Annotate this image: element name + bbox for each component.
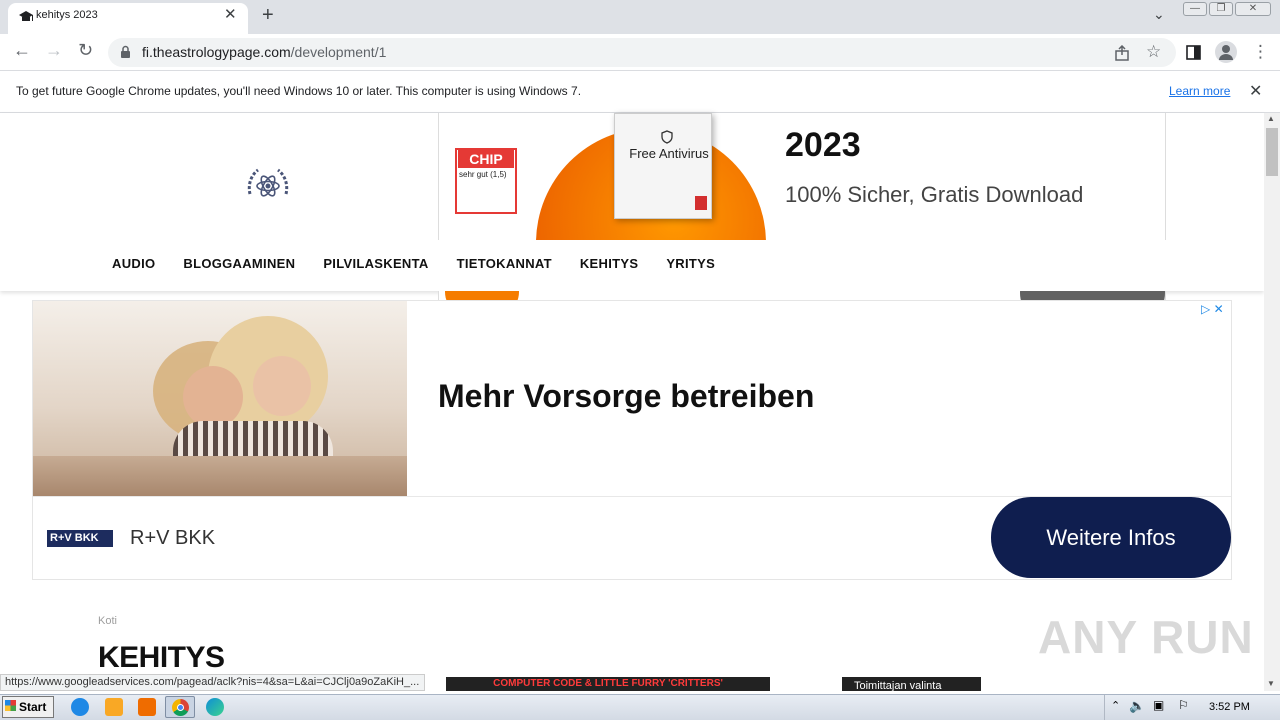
ad-year: 2023 <box>785 126 861 164</box>
scroll-up-icon[interactable]: ▲ <box>1267 114 1275 123</box>
action-center-flag-icon[interactable]: ⚐ <box>1178 698 1189 712</box>
chip-logo: CHIP <box>458 150 514 168</box>
edge-icon[interactable] <box>206 698 224 716</box>
volume-icon[interactable]: 🔈 <box>1129 698 1145 714</box>
nav-item-kehitys[interactable]: KEHITYS <box>580 256 638 271</box>
page-scrollbar[interactable] <box>1264 113 1280 691</box>
box-brand-mark <box>695 196 707 210</box>
lock-icon <box>121 45 130 58</box>
url-host: fi.theastrologypage.com <box>142 44 291 60</box>
bookmark-star-icon[interactable]: ☆ <box>1146 42 1161 62</box>
scroll-down-icon[interactable]: ▼ <box>1267 679 1275 688</box>
ad-photo-couple <box>33 301 407 496</box>
new-tab-icon[interactable]: + <box>262 4 274 27</box>
side-panel-icon[interactable] <box>1186 45 1201 60</box>
nav-item-pilvilaskenta[interactable]: PILVILASKENTA <box>323 256 428 271</box>
tray-arrow-icon[interactable]: ⌃ <box>1111 699 1120 712</box>
scrollbar-thumb[interactable] <box>1266 128 1278 176</box>
nav-item-bloggaaminen[interactable]: BLOGGAAMINEN <box>183 256 295 271</box>
main-navigation: AUDIO BLOGGAAMINEN PILVILASKENTA TIETOKA… <box>112 256 715 271</box>
network-icon[interactable]: ▣ <box>1153 698 1164 712</box>
status-url-bubble: https://www.googleadservices.com/pagead/… <box>0 674 425 691</box>
back-icon[interactable]: ← <box>13 40 31 61</box>
antivirus-box: Free Antivirus <box>614 113 712 219</box>
article-thumbnail[interactable]: COMPUTER CODE & LITTLE FURRY 'CRITTERS' <box>446 677 770 691</box>
ad-headline: Mehr Vorsorge betreiben <box>438 378 815 414</box>
antivirus-box-label: Free Antivirus <box>629 146 709 161</box>
page-title: KEHITYS <box>98 641 225 674</box>
chip-grade: sehr gut (1,5) <box>459 170 507 179</box>
ad-subtitle: 100% Sicher, Gratis Download <box>785 182 1084 207</box>
anyrun-watermark: ANY RUN <box>1038 611 1254 663</box>
url-path: /development/1 <box>290 44 387 60</box>
share-icon[interactable] <box>1114 45 1130 61</box>
windows-flag-icon <box>5 700 16 711</box>
nav-item-tietokannat[interactable]: TIETOKANNAT <box>457 256 552 271</box>
rv-bkk-logo: R+V BKK <box>47 530 113 547</box>
media-player-icon[interactable] <box>138 698 156 716</box>
chrome-taskbar-button[interactable] <box>165 696 195 718</box>
url-text[interactable]: fi.theastrologypage.com/development/1 <box>142 44 386 60</box>
breadcrumb[interactable]: Koti <box>98 615 117 627</box>
infobar-close-icon[interactable]: ✕ <box>1249 81 1262 101</box>
person-icon <box>1219 45 1233 60</box>
close-window-button[interactable]: ✕ <box>1235 2 1271 16</box>
nav-item-yritys[interactable]: YRITYS <box>666 256 715 271</box>
nav-item-audio[interactable]: AUDIO <box>112 256 155 271</box>
adchoices-icon[interactable]: ▷ ✕ <box>1201 302 1224 316</box>
forward-icon[interactable]: → <box>45 40 63 61</box>
tab-title: kehitys 2023 <box>36 9 98 21</box>
learn-more-link[interactable]: Learn more <box>1169 84 1230 98</box>
restore-button[interactable]: ❐ <box>1209 2 1233 16</box>
atom-logo-icon[interactable] <box>244 164 292 208</box>
more-menu-icon[interactable]: ⋮ <box>1252 42 1269 62</box>
taskbar-clock[interactable]: 3:52 PM <box>1209 701 1250 713</box>
profile-avatar[interactable] <box>1215 41 1237 63</box>
weitere-infos-button[interactable]: Weitere Infos <box>991 497 1231 578</box>
graduation-cap-icon <box>19 11 33 21</box>
editor-pick-label: Toimittajan valinta <box>842 677 981 691</box>
explorer-folder-icon[interactable] <box>105 698 123 716</box>
tab-close-icon[interactable]: ✕ <box>224 5 237 23</box>
minimize-button[interactable]: — <box>1183 2 1207 16</box>
infobar-message: To get future Google Chrome updates, you… <box>16 84 582 98</box>
reload-icon[interactable]: ↻ <box>78 40 93 61</box>
ie-icon[interactable] <box>71 698 89 716</box>
advertiser-name: R+V BKK <box>130 527 216 549</box>
chevron-down-icon[interactable]: ⌄ <box>1153 6 1165 23</box>
shield-icon <box>661 130 673 144</box>
